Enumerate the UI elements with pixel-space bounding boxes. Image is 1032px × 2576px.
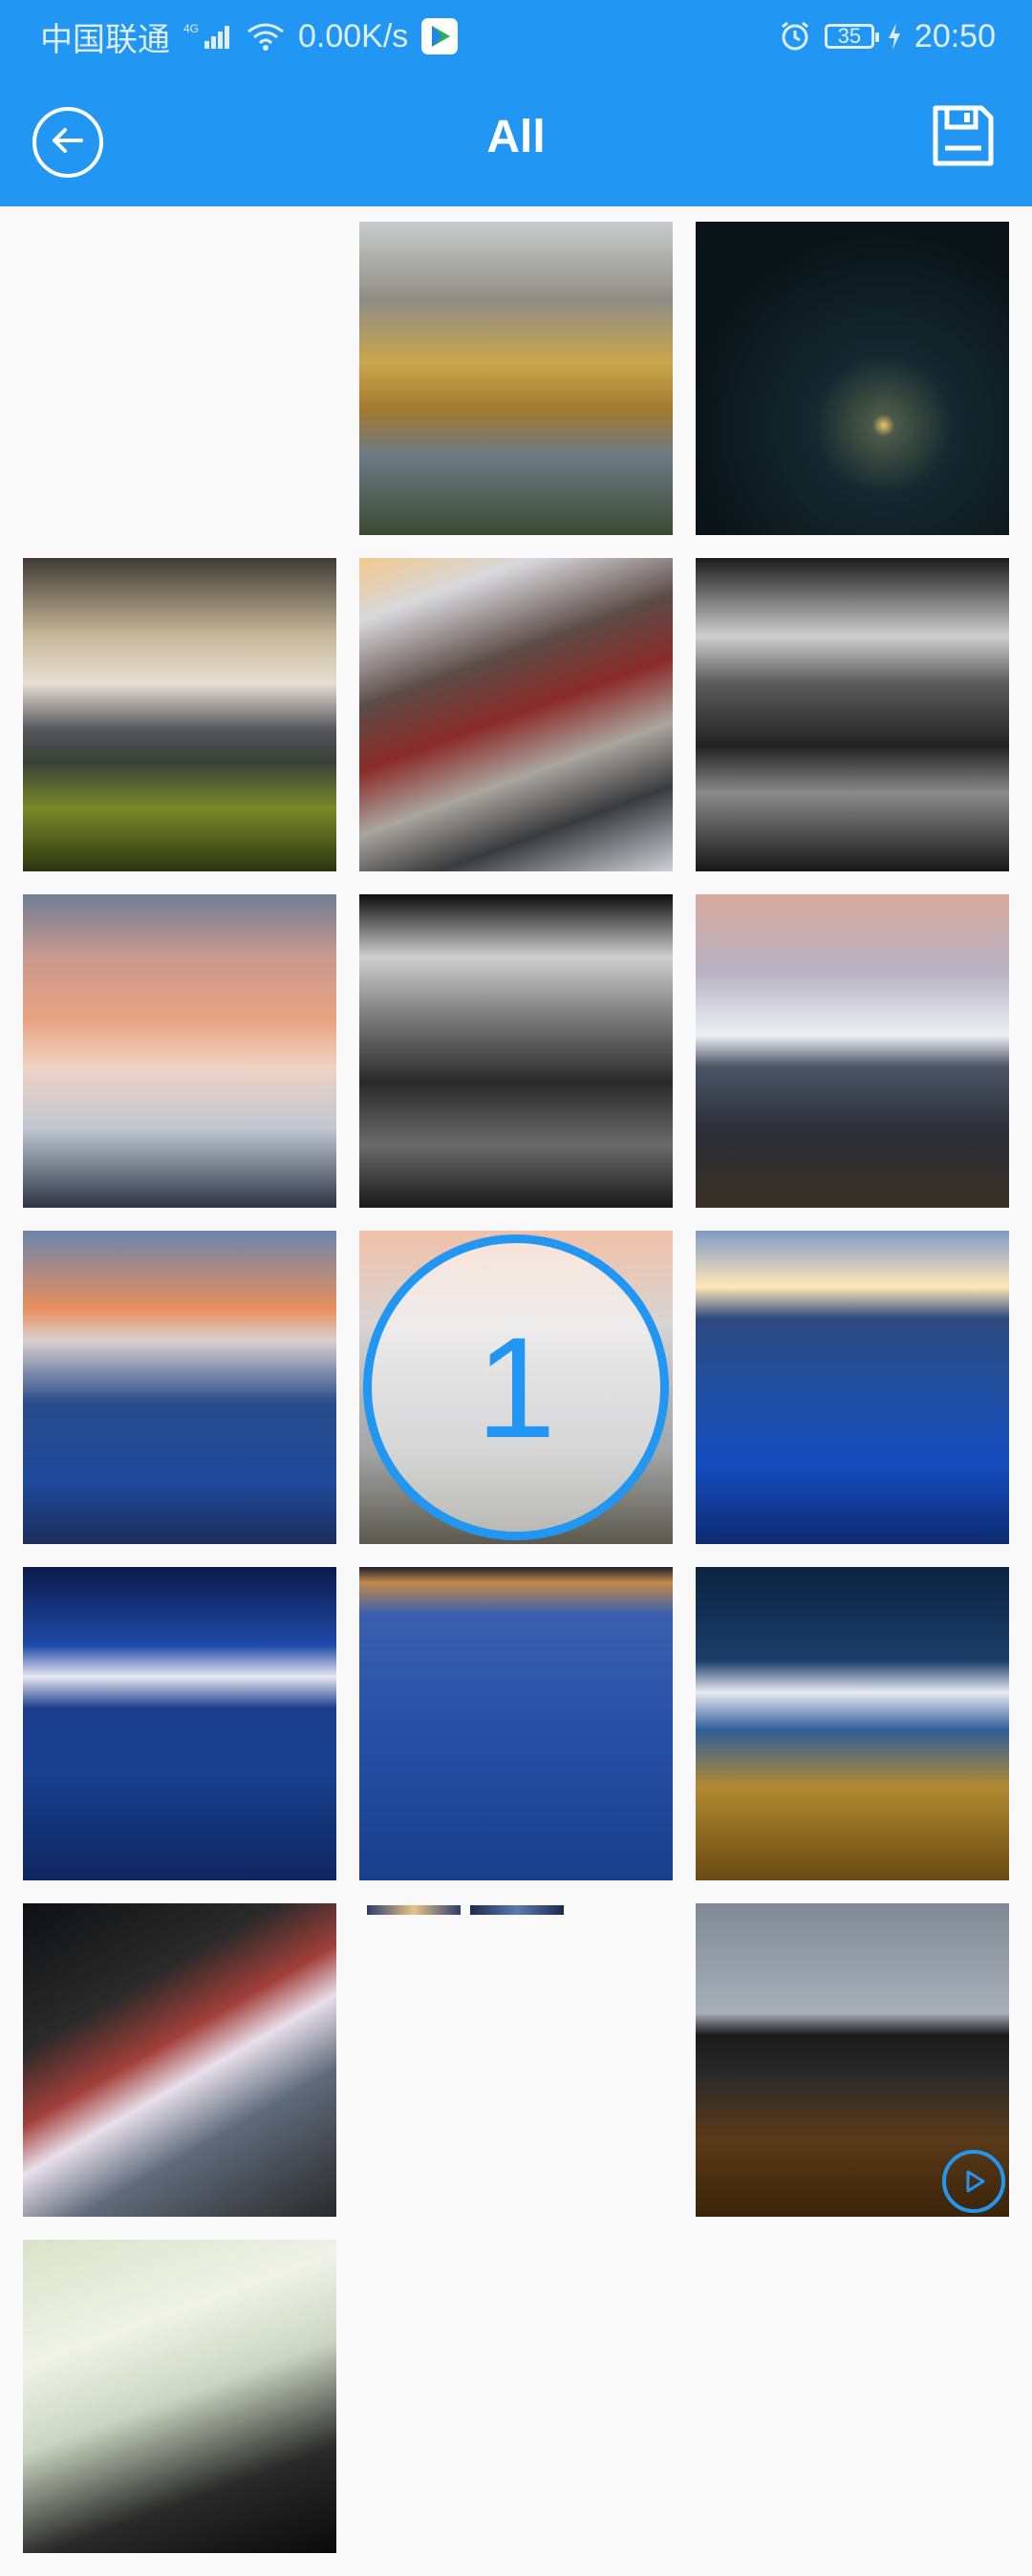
- video-thumbnail[interactable]: [696, 1903, 1009, 2217]
- photo-thumbnail[interactable]: [23, 558, 336, 871]
- photo-thumbnail[interactable]: [696, 1567, 1009, 1880]
- carrier-label: 中国联通: [40, 21, 170, 58]
- battery-level: 35: [837, 24, 862, 48]
- save-icon: [932, 104, 995, 172]
- network-speed: 0.00K/s: [298, 17, 409, 54]
- battery-icon: 35: [824, 24, 879, 49]
- loading-thumbnail: [470, 1905, 564, 1915]
- photo-thumbnail[interactable]: [696, 1231, 1009, 1544]
- photo-thumbnail[interactable]: [696, 894, 1009, 1208]
- photo-thumbnail[interactable]: [696, 558, 1009, 871]
- wifi-icon: [247, 22, 285, 51]
- header: 中国联通 4G 0.00K/s 35 20:50 All: [0, 0, 1032, 206]
- photo-thumbnail-selected[interactable]: 1: [359, 1231, 673, 1544]
- photo-thumbnail[interactable]: [23, 894, 336, 1208]
- video-app-icon: [421, 18, 459, 54]
- play-icon: [942, 2150, 1005, 2213]
- photo-grid: 1: [0, 206, 1032, 2576]
- photo-thumbnail[interactable]: [23, 1903, 336, 2217]
- selection-number: 1: [476, 1307, 556, 1468]
- photo-thumbnail[interactable]: [696, 222, 1009, 535]
- photo-thumbnail[interactable]: [23, 2240, 336, 2553]
- photo-thumbnail[interactable]: [359, 894, 673, 1208]
- network-type-label: 4G: [183, 22, 199, 35]
- save-button[interactable]: [931, 105, 996, 170]
- album-mosaic-thumbnail[interactable]: [23, 222, 336, 535]
- photo-thumbnail[interactable]: [359, 1567, 673, 1880]
- selection-badge[interactable]: 1: [363, 1234, 669, 1540]
- signal-icon: 4G: [183, 22, 233, 51]
- loading-thumbnail: [367, 1905, 461, 1915]
- photo-thumbnail[interactable]: [23, 1231, 336, 1544]
- clock: 20:50: [914, 17, 996, 54]
- page-title: All: [486, 112, 546, 162]
- photo-thumbnail[interactable]: [23, 1567, 336, 1880]
- charging-icon: [888, 23, 901, 50]
- photo-thumbnail[interactable]: [359, 558, 673, 871]
- photo-thumbnail[interactable]: [359, 222, 673, 535]
- alarm-icon: [779, 20, 811, 53]
- status-bar: 中国联通 4G 0.00K/s 35 20:50: [0, 0, 1032, 73]
- app-bar: All: [0, 73, 1032, 206]
